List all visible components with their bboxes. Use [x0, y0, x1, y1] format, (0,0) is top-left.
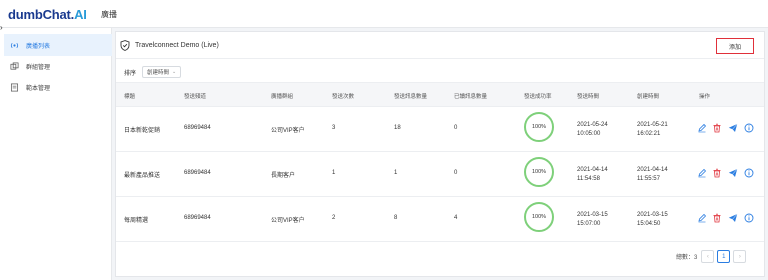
row-channel: 68969484: [184, 125, 211, 131]
sidebar-item-label: 廣播列表: [26, 43, 51, 50]
row-send-time: 2021-04-14 11:54:58: [577, 167, 608, 182]
broadcast-icon: [10, 41, 19, 50]
row-message-count: 1: [394, 170, 398, 176]
info-icon[interactable]: [744, 213, 754, 223]
sort-label: 排序: [124, 70, 137, 77]
row-read-count: 0: [454, 125, 458, 131]
sidebar-item-label: 範本管理: [26, 85, 51, 92]
column-header[interactable]: 發送時間: [577, 92, 599, 100]
delete-icon[interactable]: [712, 168, 722, 178]
edit-icon[interactable]: [697, 168, 707, 178]
delete-icon[interactable]: [712, 123, 722, 133]
row-send-time: 2021-03-15 15:07:00: [577, 212, 608, 227]
row-title: 最新產品推送: [124, 173, 161, 179]
row-create-time: 2021-05-21 16:02:21: [637, 122, 668, 137]
shield-check-icon: [120, 40, 130, 51]
table-row: 日本新乾促銷 68969484 公司VIP客户 3 18 0 100% 2021…: [116, 107, 764, 152]
column-header[interactable]: 發送次數: [332, 92, 354, 100]
card-header: Travelconnect Demo (Live) 添加: [116, 32, 764, 59]
broadcast-card: Travelconnect Demo (Live) 添加 排序 創建時間 ⌄ 標…: [115, 31, 765, 277]
table-row: 最新產品推送 68969484 長期客户 1 1 0 100% 2021-04-…: [116, 152, 764, 197]
row-channel: 68969484: [184, 170, 211, 176]
row-message-count: 18: [394, 125, 401, 131]
row-group: 長期客户: [271, 173, 296, 179]
info-icon[interactable]: [744, 168, 754, 178]
row-send-count: 3: [332, 125, 336, 131]
row-title: 每周精選: [124, 218, 149, 224]
row-read-count: 4: [454, 215, 458, 221]
sidebar: › 廣播列表 群組管理 範本管理: [0, 23, 112, 280]
sort-row: 排序 創建時間 ⌄: [124, 66, 182, 78]
edit-icon[interactable]: [697, 213, 707, 223]
sort-select-value: 創建時間: [147, 70, 170, 76]
row-actions: [697, 168, 759, 180]
info-icon[interactable]: [744, 123, 754, 133]
next-page-button[interactable]: ›: [733, 250, 747, 263]
page-heading: 廣播: [101, 10, 117, 19]
pagination: 總數：3 ‹ 1 ›: [676, 250, 749, 263]
send-icon[interactable]: [728, 123, 738, 133]
row-group: 公司VIP客户: [271, 128, 305, 134]
sidebar-item-label: 群組管理: [26, 64, 51, 71]
column-header[interactable]: 標題: [124, 92, 135, 100]
edit-icon[interactable]: [697, 123, 707, 133]
sidebar-item-broadcast-list[interactable]: 廣播列表: [4, 34, 112, 56]
total-count: 總數：3: [676, 255, 698, 261]
row-send-count: 1: [332, 170, 336, 176]
collapse-chevron-icon[interactable]: ›: [0, 23, 3, 32]
row-send-time: 2021-05-24 10:05:00: [577, 122, 608, 137]
column-header: 操作: [699, 94, 711, 100]
chevron-down-icon: ⌄: [172, 69, 177, 75]
success-rate-ring: 100%: [524, 157, 554, 187]
row-read-count: 0: [454, 170, 458, 176]
row-create-time: 2021-04-14 11:55:57: [637, 167, 668, 182]
page-button-current[interactable]: 1: [717, 250, 731, 263]
success-rate-ring: 100%: [524, 202, 554, 232]
row-create-time: 2021-03-15 15:04:50: [637, 212, 668, 227]
row-send-count: 2: [332, 215, 336, 221]
group-icon: [10, 62, 19, 71]
success-rate-ring: 100%: [524, 112, 554, 142]
delete-icon[interactable]: [712, 213, 722, 223]
column-header[interactable]: 發送訊息數量: [394, 92, 427, 100]
row-title: 日本新乾促銷: [124, 128, 161, 134]
table-header: 標題 發送頻道 廣播群組 發送次數 發送訊息數量 已讀訊息數量 發送成功率 發送…: [116, 82, 764, 107]
column-header[interactable]: 發送成功率: [524, 92, 552, 100]
row-channel: 68969484: [184, 215, 211, 221]
add-button[interactable]: 添加: [716, 38, 754, 54]
sidebar-item-group-management[interactable]: 群組管理: [4, 55, 112, 77]
table-row: 每周精選 68969484 公司VIP客户 2 8 4 100% 2021-03…: [116, 197, 764, 242]
send-icon[interactable]: [728, 213, 738, 223]
row-actions: [697, 213, 759, 225]
top-bar: dumbChat.AI 廣播: [0, 0, 768, 28]
logo[interactable]: dumbChat.AI: [8, 7, 87, 22]
row-actions: [697, 123, 759, 135]
send-icon[interactable]: [728, 168, 738, 178]
sidebar-item-template-management[interactable]: 範本管理: [4, 76, 112, 98]
row-group: 公司VIP客户: [271, 218, 305, 224]
sort-select[interactable]: 創建時間 ⌄: [142, 66, 182, 78]
card-title: Travelconnect Demo (Live): [135, 42, 219, 49]
column-header[interactable]: 廣播群組: [271, 92, 293, 100]
prev-page-button[interactable]: ‹: [701, 250, 715, 263]
template-icon: [10, 83, 19, 92]
column-header[interactable]: 發送頻道: [184, 92, 206, 100]
row-message-count: 8: [394, 215, 398, 221]
column-header[interactable]: 已讀訊息數量: [454, 92, 487, 100]
column-header[interactable]: 創建時間: [637, 92, 659, 100]
